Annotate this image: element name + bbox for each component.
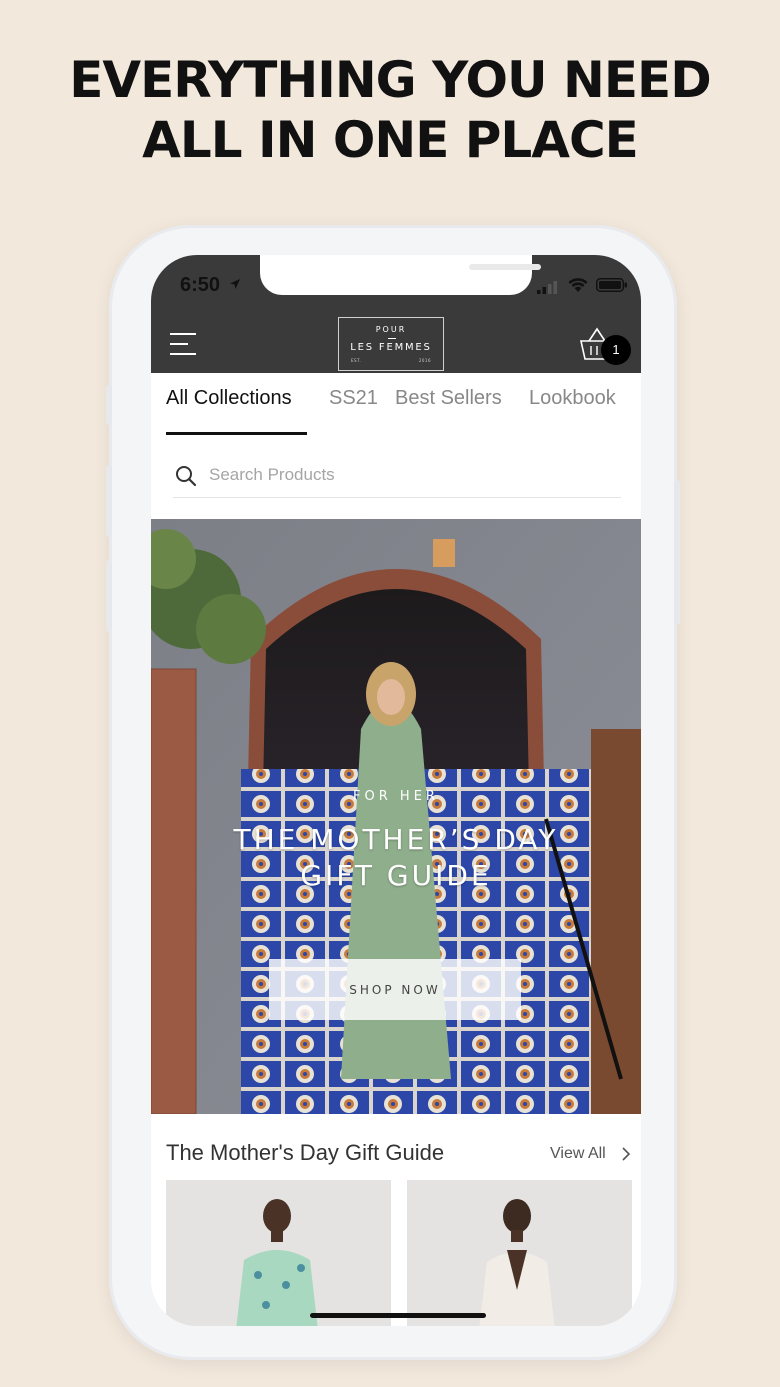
cart-count-badge[interactable]: 1 xyxy=(601,335,631,365)
tab-lookbook[interactable]: Lookbook xyxy=(529,387,616,410)
location-arrow-icon xyxy=(230,279,240,289)
logo-top-text: POUR xyxy=(375,325,407,334)
phone-screen: 6:50 POUR LES FEMMES EST. 2016 1 All Col… xyxy=(151,255,641,1326)
mute-switch xyxy=(106,385,112,425)
app-bar: POUR LES FEMMES EST. 2016 1 xyxy=(151,317,641,373)
active-tab-indicator xyxy=(166,432,307,435)
search-input[interactable] xyxy=(209,461,589,489)
collection-tabs: All Collections SS21 Best Sellers Lookbo… xyxy=(151,373,641,437)
phone-frame: 6:50 POUR LES FEMMES EST. 2016 1 All Col… xyxy=(106,225,680,1360)
hero-banner[interactable]: FOR HER THE MOTHER’S DAY GIFT GUIDE SHOP… xyxy=(151,519,641,1114)
brand-logo[interactable]: POUR LES FEMMES EST. 2016 xyxy=(338,317,444,371)
hamburger-menu-icon[interactable] xyxy=(170,331,198,357)
hero-title-line-2: GIFT GUIDE xyxy=(300,859,492,892)
chevron-right-icon[interactable] xyxy=(621,1147,631,1161)
headline-line-1: EVERYTHING YOU NEED xyxy=(69,51,711,109)
tab-best-sellers[interactable]: Best Sellers xyxy=(395,387,502,410)
headline: EVERYTHING YOU NEED ALL IN ONE PLACE xyxy=(0,50,780,170)
volume-up-button xyxy=(106,465,112,537)
search-icon[interactable] xyxy=(175,465,197,487)
product-image xyxy=(166,1180,391,1326)
logo-year-text: 2016 xyxy=(418,358,431,363)
hero-title-line-1: THE MOTHER’S DAY xyxy=(233,823,559,856)
tab-all-collections[interactable]: All Collections xyxy=(166,387,292,410)
product-image xyxy=(407,1180,632,1326)
cellular-signal-icon xyxy=(537,281,557,294)
home-indicator[interactable] xyxy=(310,1313,486,1318)
logo-divider xyxy=(388,338,396,339)
wifi-icon xyxy=(568,278,588,292)
status-time: 6:50 xyxy=(180,274,221,296)
hero-title: THE MOTHER’S DAY GIFT GUIDE xyxy=(151,822,641,894)
battery-icon xyxy=(596,278,627,292)
headline-line-2: ALL IN ONE PLACE xyxy=(142,111,639,169)
product-card[interactable] xyxy=(407,1180,632,1326)
notch xyxy=(260,255,541,295)
tab-ss21[interactable]: SS21 xyxy=(329,387,378,410)
power-button xyxy=(674,480,680,625)
product-card[interactable] xyxy=(166,1180,391,1326)
view-all-link[interactable]: View All xyxy=(550,1145,606,1163)
volume-down-button xyxy=(106,560,112,632)
search-bar xyxy=(173,453,621,498)
hero-photo xyxy=(151,519,641,1114)
hero-kicker: FOR HER xyxy=(353,789,439,804)
logo-est-text: EST. xyxy=(351,358,362,363)
status-bar: 6:50 xyxy=(151,255,641,321)
section-title: The Mother's Day Gift Guide xyxy=(166,1140,445,1165)
speaker xyxy=(469,264,541,270)
shop-now-button[interactable]: SHOP NOW xyxy=(269,959,521,1020)
logo-main-text: LES FEMMES xyxy=(350,342,432,353)
